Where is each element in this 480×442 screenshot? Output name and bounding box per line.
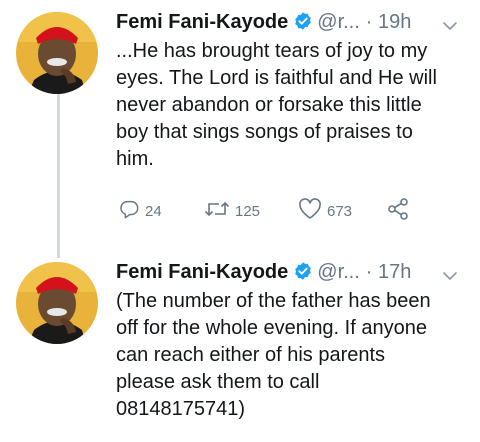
tweet-text-line: (The number of the father has been	[116, 290, 431, 312]
reply-icon	[118, 198, 145, 224]
tweet-text-line: please ask them to call	[116, 371, 320, 393]
tweet-text-line: never abandon or forsake this little	[116, 94, 422, 116]
tweet-header: Femi Fani-Kayode @r... · 17h	[116, 258, 466, 286]
tweet-header: Femi Fani-Kayode @r... · 19h	[116, 8, 466, 36]
tweet-actions: 24 125 673	[116, 198, 436, 224]
tweet-text-line: ...He has brought tears of joy to my	[116, 40, 428, 62]
like-button[interactable]: 673	[298, 198, 352, 224]
tweet-text: (The number of the father has been off f…	[116, 288, 466, 423]
like-icon	[298, 198, 327, 224]
tweet-text-line: eyes. The Lord is faithful and He will	[116, 67, 437, 89]
author-name[interactable]: Femi Fani-Kayode	[116, 11, 288, 33]
tweet-timestamp[interactable]: · 17h	[366, 261, 412, 283]
reply-button[interactable]: 24	[118, 198, 162, 224]
verified-badge-icon	[293, 11, 313, 39]
retweet-count: 125	[235, 202, 261, 220]
share-button[interactable]	[386, 198, 415, 224]
tweet-text-line: off for the whole evening. If anyone	[116, 317, 427, 339]
tweet-text-line: can reach either of his parents	[116, 344, 386, 366]
avatar[interactable]	[16, 12, 98, 94]
tweet-text-line: him.	[116, 148, 154, 170]
author-handle[interactable]: @r...	[317, 261, 360, 283]
tweet-text-line: 08148175741)	[116, 398, 246, 420]
retweet-icon	[204, 198, 235, 224]
author-handle[interactable]: @r...	[317, 11, 360, 33]
share-icon	[386, 197, 415, 225]
author-name[interactable]: Femi Fani-Kayode	[116, 261, 288, 283]
retweet-button[interactable]: 125	[204, 198, 260, 224]
verified-badge-icon	[293, 261, 313, 289]
tweet-text-line: boy that sings songs of praises to	[116, 121, 413, 143]
avatar[interactable]	[16, 262, 98, 344]
tweet-timestamp[interactable]: · 19h	[366, 11, 412, 33]
like-count: 673	[327, 202, 353, 220]
reply-count: 24	[145, 202, 162, 220]
tweet-text: ...He has brought tears of joy to my eye…	[116, 38, 466, 173]
tweet[interactable]: Femi Fani-Kayode @r... · 17h (The number o…	[0, 250, 480, 442]
tweet[interactable]: Femi Fani-Kayode @r... · 19h ...He has bro…	[0, 0, 480, 240]
